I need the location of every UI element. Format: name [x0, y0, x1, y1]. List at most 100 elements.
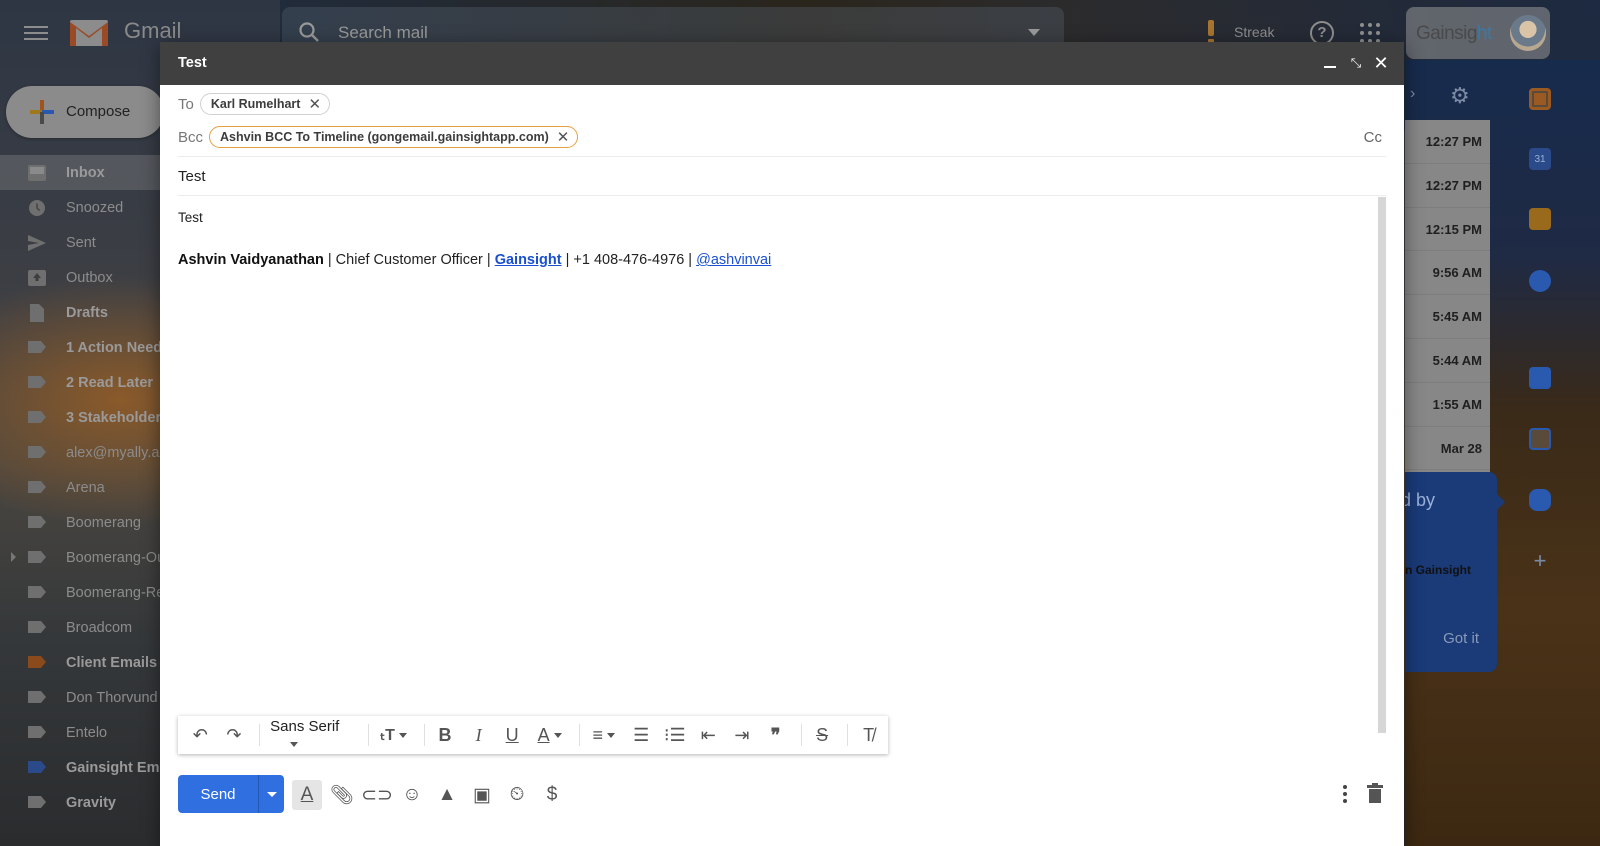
- gear-icon[interactable]: ⚙: [1450, 83, 1470, 109]
- sidebar-item-inbox[interactable]: Inbox: [0, 155, 165, 190]
- compose-header[interactable]: Test ⤡ ✕: [160, 42, 1404, 85]
- sidebar-item-label-8[interactable]: Boomerang-Returned: [0, 575, 205, 610]
- message-time[interactable]: 12:27 PM: [1405, 164, 1490, 208]
- compose-button[interactable]: Compose: [6, 86, 164, 138]
- calendar-icon[interactable]: 31: [1529, 148, 1551, 170]
- quote-icon[interactable]: ❞: [761, 720, 790, 750]
- streak-menu[interactable]: Streak: [1234, 24, 1274, 40]
- search-icon[interactable]: [298, 21, 320, 43]
- underline-icon[interactable]: U: [498, 720, 527, 750]
- sidebar-item-label-3[interactable]: 3 Stakeholders: [0, 400, 169, 435]
- message-body[interactable]: Test Ashvin Vaidyanathan | Chief Custome…: [178, 197, 1374, 717]
- align-icon[interactable]: ≡: [586, 720, 622, 750]
- confidential-mode-icon[interactable]: ⏲: [502, 780, 532, 810]
- message-time[interactable]: 12:15 PM: [1405, 208, 1490, 252]
- label-icon: [28, 621, 46, 633]
- gmail-logo-icon[interactable]: [68, 18, 110, 48]
- sidebar-item-label-7[interactable]: Boomerang-Outbox: [0, 540, 193, 575]
- bulleted-list-icon[interactable]: ⁝☰: [660, 720, 689, 750]
- label-icon: [28, 551, 46, 563]
- message-time[interactable]: 5:44 AM: [1405, 339, 1490, 383]
- font-size-icon[interactable]: ₜT: [375, 720, 413, 750]
- strikethrough-icon[interactable]: S: [808, 720, 837, 750]
- keep-icon[interactable]: [1529, 208, 1551, 230]
- chevron-down-icon: [398, 732, 407, 738]
- sidebar-item-label-10[interactable]: Client Emails: [0, 645, 165, 680]
- message-time[interactable]: 9:56 AM: [1405, 251, 1490, 296]
- r-app-icon[interactable]: [1529, 428, 1551, 450]
- label-icon: [28, 761, 46, 773]
- to-field[interactable]: To Karl Rumelhart ✕: [178, 93, 1386, 115]
- insert-photo-icon[interactable]: ▣: [467, 780, 497, 810]
- message-time[interactable]: Mar 28: [1405, 427, 1490, 471]
- attach-file-icon[interactable]: 📎︎: [327, 780, 357, 810]
- sidebar-item-label-13[interactable]: Gainsight Emails: [0, 750, 184, 785]
- emoji-icon[interactable]: ☺: [397, 780, 427, 810]
- sidebar-item-label-12[interactable]: Entelo: [0, 715, 165, 750]
- tasks-icon[interactable]: [1529, 270, 1551, 292]
- body-scrollbar[interactable]: [1378, 197, 1386, 733]
- main-menu-icon[interactable]: [24, 22, 48, 42]
- search-input[interactable]: Search mail: [338, 23, 428, 43]
- text-color-icon[interactable]: A: [531, 720, 567, 750]
- subject-input[interactable]: Test: [178, 168, 206, 185]
- sidebar-item-label-5[interactable]: Arena: [0, 470, 165, 505]
- more-options-icon[interactable]: [1335, 782, 1355, 808]
- message-time[interactable]: 5:45 AM: [1405, 295, 1490, 339]
- streak-alert-icon[interactable]: [1208, 20, 1214, 44]
- sidebar-item-sent[interactable]: Sent: [0, 225, 165, 260]
- sidebar-item-label-11[interactable]: Don Thorvund: [0, 680, 165, 715]
- signature-handle-link[interactable]: @ashvinvai: [696, 252, 771, 268]
- sidebar-item-label-14[interactable]: Gravity: [0, 785, 165, 820]
- font-select[interactable]: Sans Serif: [266, 718, 362, 752]
- indent-less-icon[interactable]: ⇤: [694, 720, 723, 750]
- google-apps-icon[interactable]: [1360, 23, 1380, 43]
- bcc-field[interactable]: Bcc Ashvin BCC To Timeline (gongemail.ga…: [178, 126, 1386, 148]
- remove-recipient-icon[interactable]: ✕: [557, 128, 570, 146]
- recipient-chip[interactable]: Ashvin BCC To Timeline (gongemail.gainsi…: [209, 126, 579, 148]
- exit-fullscreen-icon[interactable]: ⤡: [1347, 54, 1365, 72]
- avatar[interactable]: [1510, 15, 1546, 51]
- dollar-icon[interactable]: $: [537, 780, 567, 810]
- sidebar-item-snoozed[interactable]: Snoozed: [0, 190, 165, 225]
- sidebar-item-drafts[interactable]: Drafts: [0, 295, 165, 330]
- separator: [259, 724, 261, 746]
- recipient-chip[interactable]: Karl Rumelhart ✕: [199, 93, 331, 115]
- numbered-list-icon[interactable]: ☰: [627, 720, 656, 750]
- sidebar-item-label-4[interactable]: alex@myally.ai: [0, 435, 165, 470]
- close-icon[interactable]: ✕: [1372, 54, 1390, 72]
- sidebar-item-label-1[interactable]: 1 Action Needed: [0, 330, 179, 365]
- sidebar-item-label: alex@myally.ai: [66, 444, 163, 461]
- add-addon-icon[interactable]: +: [1529, 550, 1551, 572]
- minimize-icon[interactable]: [1321, 54, 1339, 72]
- trash-icon[interactable]: [1367, 783, 1383, 803]
- bold-icon[interactable]: B: [431, 720, 460, 750]
- send-options-button[interactable]: [258, 775, 284, 813]
- formatting-options-icon[interactable]: A: [292, 780, 322, 810]
- signature-company-link[interactable]: Gainsight: [495, 252, 562, 268]
- message-time[interactable]: 1:55 AM: [1405, 383, 1490, 427]
- message-time[interactable]: 12:27 PM: [1405, 120, 1490, 164]
- sidebar-item-label-9[interactable]: Broadcom: [0, 610, 165, 645]
- layout-icon[interactable]: [1529, 88, 1551, 110]
- italic-icon[interactable]: I: [464, 720, 493, 750]
- redo-icon[interactable]: ↷: [220, 720, 249, 750]
- insert-link-icon[interactable]: ⊂⊃: [361, 780, 393, 810]
- trello-icon[interactable]: [1529, 367, 1551, 389]
- remove-formatting-icon[interactable]: T̸: [854, 720, 883, 750]
- sidebar-item-label-6[interactable]: Boomerang: [0, 505, 165, 540]
- undo-icon[interactable]: ↶: [186, 720, 215, 750]
- indent-more-icon[interactable]: ⇥: [728, 720, 757, 750]
- sidebar-item-outbox[interactable]: Outbox: [0, 260, 165, 295]
- search-options-dropdown-icon[interactable]: [1028, 29, 1040, 36]
- meet-icon[interactable]: [1529, 489, 1551, 511]
- send-button[interactable]: Send: [178, 775, 258, 813]
- chevron-right-icon[interactable]: ›: [1410, 85, 1415, 103]
- cc-link[interactable]: Cc: [1364, 129, 1382, 146]
- account-area[interactable]: Gainsight: [1406, 7, 1550, 59]
- google-drive-icon[interactable]: ▲: [432, 780, 462, 810]
- sidebar-item-label-2[interactable]: 2 Read Later: [0, 365, 165, 400]
- remove-recipient-icon[interactable]: ✕: [308, 95, 321, 113]
- expand-arrow-icon[interactable]: [11, 552, 16, 562]
- got-it-button[interactable]: Got it: [1443, 630, 1479, 647]
